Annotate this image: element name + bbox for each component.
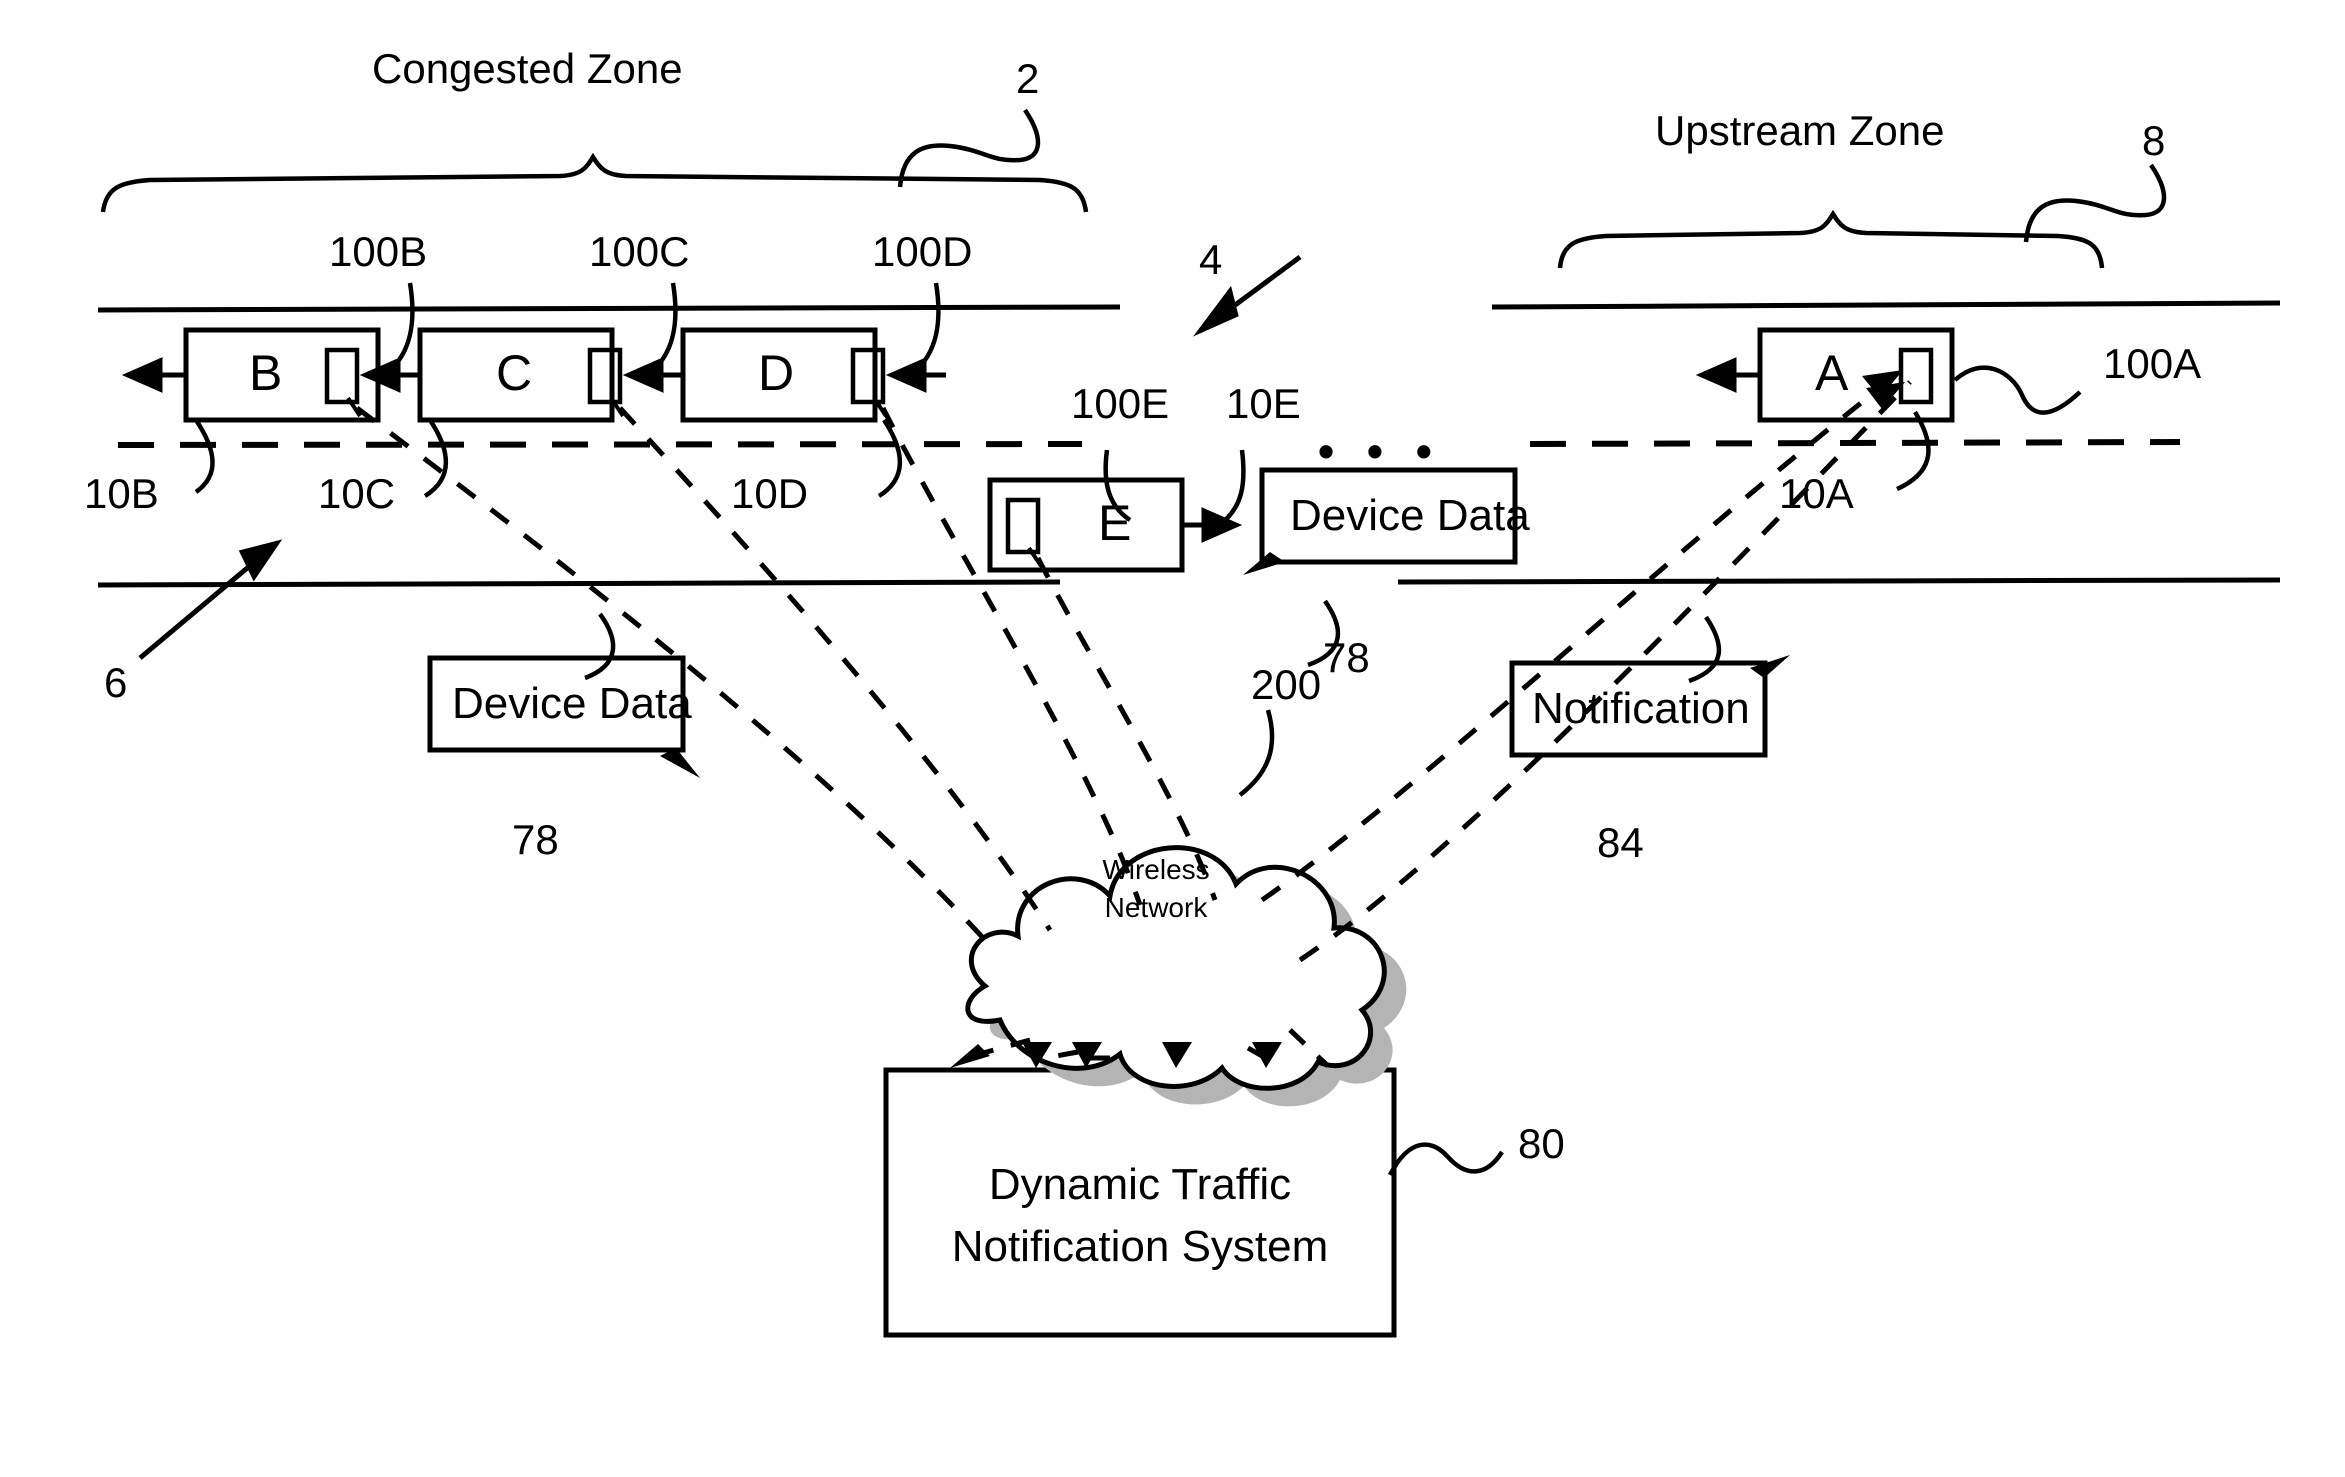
vehicle-letter-A: A [1815, 345, 1849, 401]
leader-ref-200 [1238, 709, 1275, 797]
ref-label-78-left: 78 [512, 816, 559, 863]
leader-ref-10D [877, 418, 903, 498]
leader-ref-80 [1387, 1142, 1504, 1177]
arrowhead-ref-6 [238, 539, 283, 582]
road-top-edge-left [97, 304, 1121, 313]
link-D-to-cloud [880, 406, 1143, 906]
ref-label-100B: 100B [329, 228, 428, 275]
lane-divider-left [117, 441, 1083, 448]
vehicle-box-E [987, 477, 1185, 573]
notification-arrowhead [1750, 655, 1790, 678]
ref-label-4: 4 [1199, 236, 1223, 283]
cloud-label-line2: Network [1104, 892, 1208, 923]
ref-label-10E: 10E [1226, 380, 1301, 427]
system-label-line1: Dynamic Traffic [988, 1160, 1292, 1209]
leader-ref-10E [1217, 449, 1246, 527]
leader-ref-100A [1953, 365, 2082, 415]
leader-ref-8 [2023, 163, 2167, 243]
arrow-out-D-head [885, 357, 927, 393]
road-bottom-edge-right [1397, 577, 2281, 585]
leader-ref-78-left [584, 612, 616, 681]
congested-zone-brace [100, 152, 1089, 213]
arrow-out-B-head [121, 357, 163, 393]
patent-figure-page: Congested Zone 2 Upstream Zone 8 100B 10… [0, 0, 2345, 1477]
ref-label-2: 2 [1016, 55, 1040, 102]
ref-label-80: 80 [1518, 1120, 1565, 1167]
ref-label-6: 6 [104, 659, 128, 706]
leader-ref-2 [897, 108, 1041, 188]
device-C [587, 347, 623, 405]
ref-label-10A: 10A [1779, 470, 1854, 517]
ref-label-8: 8 [2142, 117, 2166, 164]
ref-label-100A: 100A [2103, 340, 2202, 387]
vehicle-letter-D: D [758, 345, 795, 401]
vehicles-group [183, 327, 1955, 573]
road-bottom-edge-left [97, 579, 1061, 588]
ref-label-200: 200 [1251, 661, 1322, 708]
ref-label-78-right: 78 [1323, 634, 1370, 681]
device-A [1898, 347, 1934, 405]
leader-ref-84 [1688, 615, 1722, 684]
device-data-left-label: Device Data [452, 679, 692, 728]
device-B [324, 347, 360, 405]
device-data-right-label: Device Data [1290, 491, 1530, 540]
congested-zone-title: Congested Zone [372, 45, 683, 92]
ref-label-10C: 10C [318, 470, 396, 517]
arrow-out-A-head [1695, 357, 1737, 393]
arrow-C-to-B-head [359, 357, 401, 393]
ref-label-100D: 100D [872, 228, 973, 275]
upstream-zone-title: Upstream Zone [1655, 107, 1945, 154]
cloud-label-line1: Wireless [1102, 854, 1210, 885]
vehicle-letter-B: B [249, 345, 283, 401]
system-label-line2: Notification System [951, 1222, 1329, 1271]
device-D [850, 347, 886, 405]
device-E [1005, 497, 1041, 555]
link-A-arrowheads [1862, 370, 1905, 409]
notification-label: Notification [1532, 684, 1750, 733]
more-vehicles-ellipsis: • • • [1318, 425, 1442, 477]
vehicle-letter-C: C [496, 345, 533, 401]
upstream-zone-brace [1557, 209, 2105, 269]
ref-label-100E: 100E [1071, 380, 1170, 427]
vehicle-letter-E: E [1098, 495, 1132, 551]
ref-label-84: 84 [1597, 819, 1644, 866]
arrow-D-to-C-head [622, 357, 664, 393]
sys-arrowhead-1 [950, 1044, 990, 1068]
leader-ref-10B [194, 418, 215, 494]
arrowhead-ref-4 [1193, 285, 1239, 337]
leader-ref-10C [423, 418, 449, 498]
road-top-edge-right [1491, 300, 2281, 310]
ref-label-10B: 10B [84, 470, 159, 517]
ref-label-100C: 100C [589, 228, 690, 275]
ref-label-10D: 10D [731, 470, 809, 517]
leader-ref-10A [1896, 410, 1931, 492]
